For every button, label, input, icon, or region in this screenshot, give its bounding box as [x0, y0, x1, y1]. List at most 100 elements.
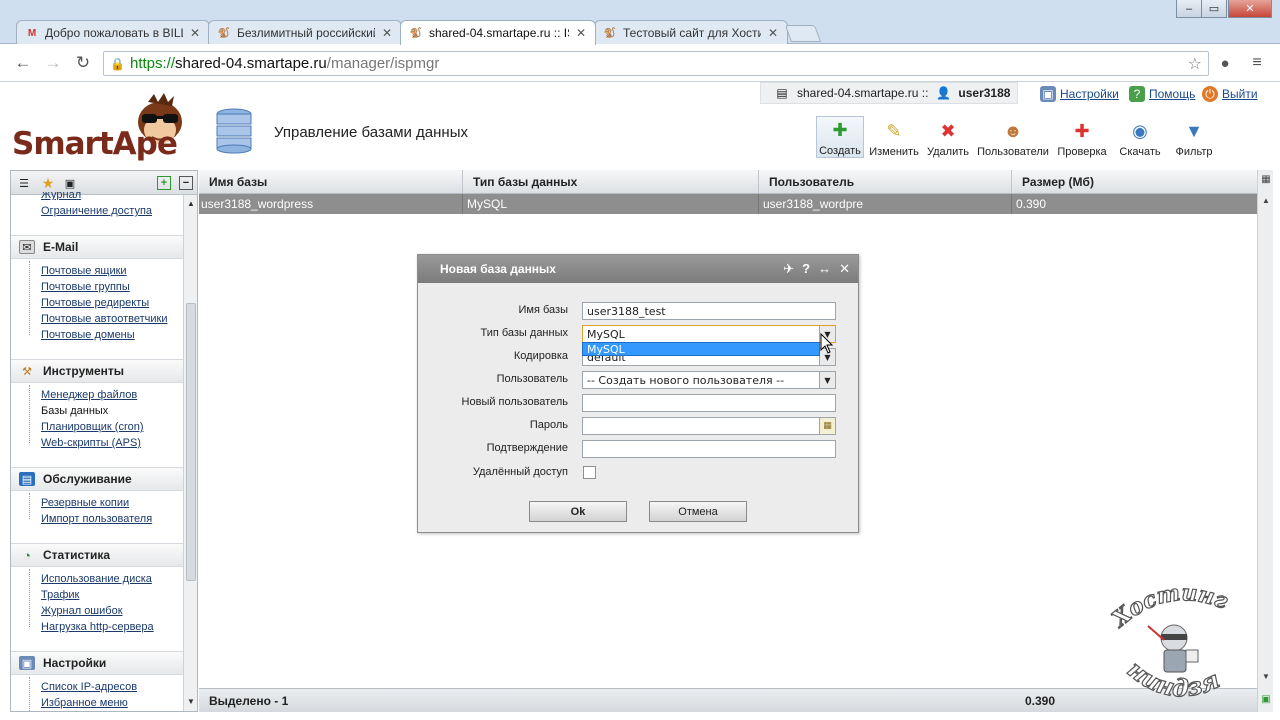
browser-tab-ispmgr[interactable]: 🐒 shared-04.smartape.ru :: IS ✕	[400, 20, 596, 45]
forward-arrow-icon[interactable]: →	[42, 52, 64, 74]
scroll-up-arrow-icon[interactable]: ▲	[1258, 196, 1274, 205]
restore-button[interactable]: ▭	[1201, 0, 1227, 18]
close-icon[interactable]: ✕	[575, 26, 587, 40]
grid-scrollbar[interactable]: ▦ ▲ ▼ ▣	[1257, 170, 1273, 712]
db-type-select[interactable]: MySQL ▼	[582, 325, 836, 343]
sidebar-item-file-manager[interactable]: Менеджер файлов	[41, 389, 137, 401]
scroll-down-arrow-icon[interactable]: ▼	[1258, 672, 1274, 681]
menu-icon[interactable]: ≡	[1246, 52, 1268, 74]
gmail-icon: M	[27, 27, 37, 39]
tools-icon: ⚒	[22, 365, 32, 378]
sidebar-toolbar: ☰ ★ ▣ + −	[11, 171, 197, 195]
sidebar-item-mail-redirects[interactable]: Почтовые редиректы	[41, 297, 149, 309]
close-window-button[interactable]: ✕	[1228, 0, 1272, 18]
sidebar-item-traffic[interactable]: Трафик	[41, 589, 79, 601]
scrollbar-thumb[interactable]	[186, 303, 196, 581]
table-row[interactable]: user3188_wordpress MySQL user3188_wordpr…	[199, 194, 1257, 214]
column-settings-icon[interactable]: ▦	[1258, 174, 1274, 185]
filter-button[interactable]: ▼ Фильтр	[1170, 116, 1218, 159]
extension-icon[interactable]: ●	[1214, 52, 1236, 74]
ok-button[interactable]: Ok	[529, 501, 627, 522]
edit-button[interactable]: ✎ Изменить	[869, 116, 919, 159]
sidebar-item-user-import[interactable]: Импорт пользователя	[41, 513, 152, 525]
smartape-logo[interactable]: SmartApe	[12, 92, 202, 167]
dialog-title-bar[interactable]: Новая база данных ✈ ? ↔ ✕	[418, 255, 858, 283]
delete-button[interactable]: ✖ Удалить	[924, 116, 972, 159]
sidebar-item-ip-list[interactable]: Список IP-адресов	[41, 681, 137, 693]
chevron-down-icon[interactable]: ▼	[819, 372, 835, 388]
sidebar-item-favorite-menu[interactable]: Избранное меню	[41, 697, 128, 709]
close-icon[interactable]: ✕	[839, 261, 850, 277]
sidebar-item-mail-domains[interactable]: Почтовые домены	[41, 329, 135, 341]
browser-tab-gmail[interactable]: M Добро пожаловать в BILL ✕	[16, 20, 210, 45]
sidebar-item-mailboxes[interactable]: Почтовые ящики	[41, 265, 127, 277]
sidebar-section-maintenance[interactable]: ▤ Обслуживание	[11, 467, 183, 491]
users-button[interactable]: ☻ Пользователи	[977, 116, 1049, 159]
tab-title: Безлимитный российский	[237, 26, 375, 40]
address-bar[interactable]: 🔒 https:// shared-04.smartape.ru /manage…	[103, 51, 1209, 76]
sidebar-item-journal[interactable]: Журнал	[41, 192, 81, 200]
scroll-down-arrow-icon[interactable]: ▼	[184, 697, 197, 709]
reload-icon[interactable]: ↻	[72, 52, 94, 74]
help-icon[interactable]: ?	[802, 261, 810, 277]
back-arrow-icon[interactable]: ←	[12, 52, 34, 74]
sidebar-item-backups[interactable]: Резервные копии	[41, 497, 129, 509]
sidebar-item-aps[interactable]: Web-скрипты (APS)	[41, 437, 141, 449]
close-icon[interactable]: ✕	[767, 26, 779, 40]
sidebar-item-disk-usage[interactable]: Использование диска	[41, 573, 152, 585]
list-view-icon[interactable]: ☰	[17, 176, 31, 190]
column-header-size[interactable]: Размер (Мб)	[1012, 170, 1257, 194]
sidebar-item-autoresponders[interactable]: Почтовые автоответчики	[41, 313, 167, 325]
sidebar-item-mail-groups[interactable]: Почтовые группы	[41, 281, 130, 293]
sidebar-scrollbar[interactable]: ▲ ▼	[183, 195, 197, 711]
download-button[interactable]: ◉ Скачать	[1116, 116, 1164, 159]
sidebar-item-error-log[interactable]: Журнал ошибок	[41, 605, 123, 617]
tab-title: Тестовый сайт для Хостин	[623, 26, 761, 40]
new-tab-button[interactable]	[784, 25, 822, 42]
create-button[interactable]: ✚ Создать	[816, 116, 864, 158]
sidebar-item-cron[interactable]: Планировщик (cron)	[41, 421, 144, 433]
sidebar-item-http-load[interactable]: Нагрузка http-сервера	[41, 621, 154, 633]
logout-link[interactable]: ⏻ Выйти	[1202, 86, 1258, 102]
close-icon[interactable]: ✕	[381, 26, 393, 40]
tree-line	[29, 261, 30, 335]
export-excel-icon[interactable]: ▣	[1258, 694, 1274, 705]
bookmark-star-icon[interactable]: ☆	[1188, 54, 1202, 74]
scroll-up-arrow-icon[interactable]: ▲	[184, 199, 197, 211]
sidebar-section-stats[interactable]: ◔ Статистика	[11, 543, 183, 567]
sidebar-item-access-limit[interactable]: Ограничение доступа	[41, 205, 152, 217]
db-name-input[interactable]: user3188_test	[582, 302, 836, 320]
close-icon[interactable]: ✕	[189, 26, 201, 40]
password-input[interactable]: ▦	[582, 417, 836, 435]
minimize-button[interactable]: –	[1176, 0, 1202, 18]
remote-access-checkbox[interactable]	[583, 466, 596, 479]
browser-tab-testsite[interactable]: 🐒 Тестовый сайт для Хостин ✕	[594, 20, 788, 45]
db-type-dropdown-option[interactable]: MySQL	[582, 342, 820, 356]
browser-tab-smartape[interactable]: 🐒 Безлимитный российский ✕	[208, 20, 402, 45]
expand-all-icon[interactable]: +	[157, 176, 171, 190]
help-link[interactable]: ? Помощь	[1129, 86, 1195, 102]
sidebar-section-tools[interactable]: ⚒ Инструменты	[11, 359, 183, 383]
browser-toolbar: ← → ↻ 🔒 https:// shared-04.smartape.ru /…	[0, 44, 1280, 82]
column-header-db-type[interactable]: Тип базы данных	[463, 170, 759, 194]
pin-icon[interactable]: ✈	[783, 261, 794, 277]
collapse-all-icon[interactable]: −	[179, 176, 193, 190]
favorites-star-icon[interactable]: ★	[41, 175, 55, 191]
user-select[interactable]: -- Создать нового пользователя -- ▼	[582, 371, 836, 389]
column-header-db-name[interactable]: Имя базы	[199, 170, 463, 194]
settings-link[interactable]: ▣ Настройки	[1040, 86, 1119, 102]
column-header-user[interactable]: Пользователь	[759, 170, 1012, 194]
maintenance-icon: ▤	[19, 472, 35, 486]
sidebar-section-settings[interactable]: ▣ Настройки	[11, 651, 183, 675]
dialog-title: Новая база данных	[440, 262, 556, 276]
sidebar-section-email[interactable]: ✉ E-Mail	[11, 235, 183, 259]
resize-icon[interactable]: ↔	[818, 261, 831, 277]
confirm-password-input[interactable]	[582, 440, 836, 458]
check-button[interactable]: ✚ Проверка	[1054, 116, 1110, 159]
password-generator-icon[interactable]: ▦	[819, 418, 835, 434]
briefcase-icon[interactable]: ▣	[63, 176, 77, 190]
sidebar-item-databases[interactable]: Базы данных	[41, 405, 108, 417]
cancel-button[interactable]: Отмена	[649, 501, 747, 522]
action-toolbar: ✚ Создать ✎ Изменить ✖ Удалить ☻ Пользов…	[816, 116, 1224, 160]
new-user-input[interactable]	[582, 394, 836, 412]
